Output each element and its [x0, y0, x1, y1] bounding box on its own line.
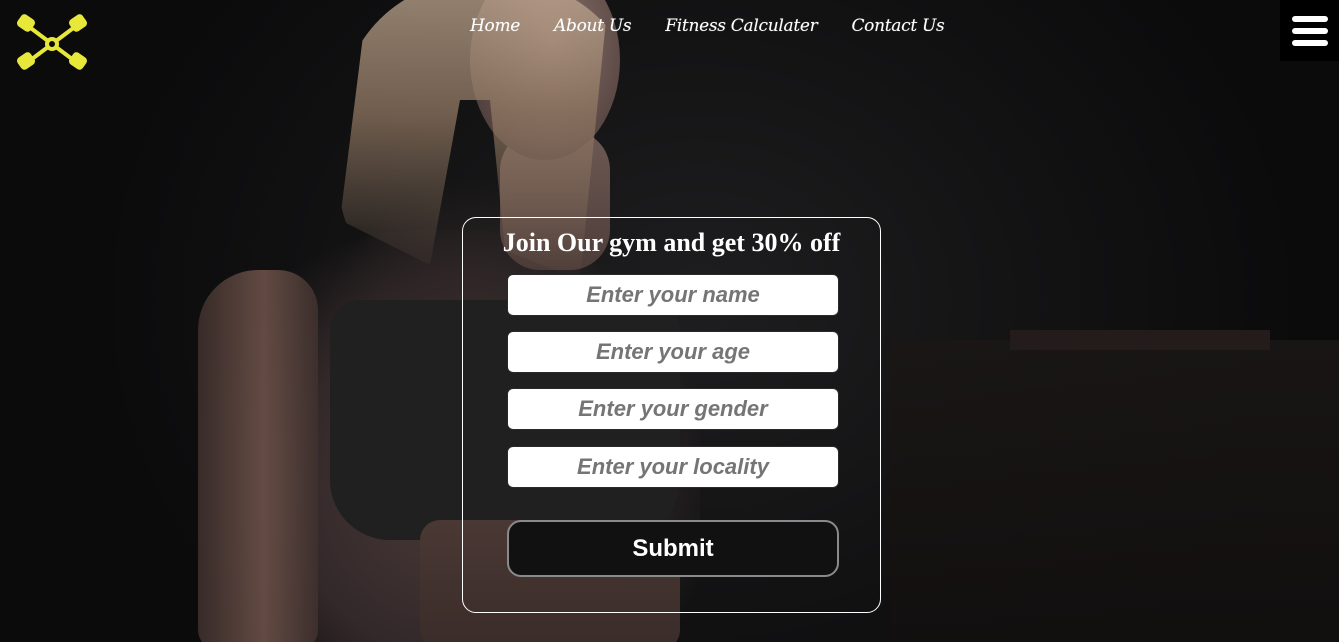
gym-logo[interactable]: [14, 12, 90, 72]
nav-link-about-us[interactable]: About Us: [554, 16, 632, 36]
background-figure-arm: [198, 270, 318, 642]
submit-button[interactable]: Submit: [507, 520, 839, 577]
signup-form-title: Join Our gym and get 30% off: [502, 228, 841, 257]
background-shelf: [890, 340, 1339, 642]
hamburger-menu-button[interactable]: [1280, 0, 1339, 61]
gender-input[interactable]: [507, 388, 839, 430]
signup-form: Join Our gym and get 30% off Submit: [462, 217, 881, 613]
name-input[interactable]: [507, 274, 839, 316]
nav-link-fitness-calculater[interactable]: Fitness Calculater: [665, 16, 817, 36]
main-nav: Home About Us Fitness Calculater Contact…: [470, 16, 945, 36]
hamburger-menu-icon-bar: [1291, 27, 1328, 34]
crossed-dumbbells-icon: [17, 14, 87, 70]
hamburger-menu-icon: [1291, 15, 1328, 22]
nav-link-home[interactable]: Home: [470, 16, 520, 36]
locality-input[interactable]: [507, 446, 839, 488]
nav-link-contact-us[interactable]: Contact Us: [851, 16, 944, 36]
hamburger-menu-icon-bar: [1291, 39, 1328, 46]
age-input[interactable]: [507, 331, 839, 373]
background-shelf-top: [1010, 330, 1270, 350]
